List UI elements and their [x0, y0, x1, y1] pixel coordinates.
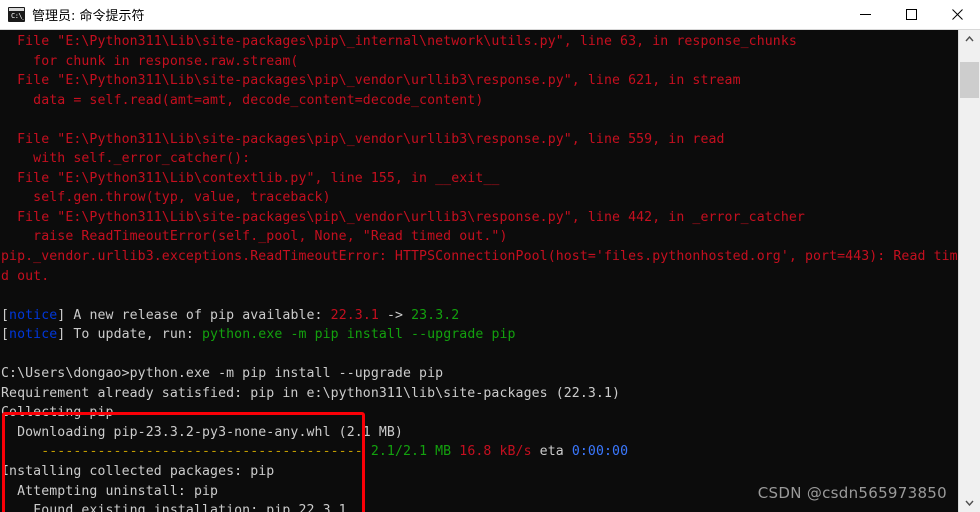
console-segment: File "E:\Python311\Lib\site-packages\pip… — [1, 209, 805, 225]
console-line: data = self.read(amt=amt, decode_content… — [1, 91, 958, 111]
console-segment: Found existing installation: pip 22.3.1 — [1, 503, 347, 512]
maximize-icon — [905, 9, 917, 20]
console-line: File "E:\Python311\Lib\site-packages\pip… — [1, 71, 958, 91]
console-segment: File "E:\Python311\Lib\site-packages\pip… — [1, 131, 725, 147]
console-line: Found existing installation: pip 22.3.1 — [1, 501, 958, 512]
cmd-icon-titlebar-stripe — [9, 8, 24, 11]
console-line: pip._vendor.urllib3.exceptions.ReadTimeo… — [1, 247, 966, 267]
console-segment: d out. — [1, 268, 50, 284]
chevron-down-icon — [965, 500, 974, 506]
console-segment: -> — [378, 307, 412, 323]
console-line: Collecting pip — [1, 403, 958, 423]
console-segment: Collecting pip — [1, 405, 114, 421]
console-segment: notice — [9, 327, 58, 343]
console-segment: 2.1/2.1 MB — [370, 444, 452, 460]
console-segment: data = self.read(amt=amt, decode_content… — [1, 92, 484, 108]
vertical-scrollbar[interactable] — [958, 30, 980, 512]
console-segment: 23.3.2 — [411, 307, 460, 323]
console-segment: 22.3.1 — [330, 307, 379, 323]
console-line: for chunk in response.raw.stream( — [1, 52, 958, 72]
console-line: d out. — [1, 267, 958, 287]
console-line: C:\Users\dongao>python.exe -m pip instal… — [1, 364, 958, 384]
window-controls — [842, 0, 980, 30]
console-segment: ] A new release of pip available: — [57, 307, 331, 323]
console-segment: pip._vendor.urllib3.exceptions.ReadTimeo… — [1, 249, 966, 265]
console-line: Installing collected packages: pip — [1, 462, 958, 482]
close-button[interactable] — [934, 0, 980, 30]
close-icon — [951, 9, 963, 20]
console-segment: 0:00:00 — [571, 444, 629, 460]
minimize-button[interactable] — [842, 0, 888, 30]
cmd-icon: C:\_ — [8, 7, 25, 22]
console-segment: Downloading pip-23.3.2-py3-none-any.whl … — [1, 424, 403, 440]
console-output-area[interactable]: File "E:\Python311\Lib\site-packages\pip… — [0, 30, 980, 512]
console-segment: ] To update, run: — [57, 327, 203, 343]
title-bar-left: C:\_ 管理员: 命令提示符 — [0, 5, 842, 24]
console-segment: File "E:\Python311\Lib\site-packages\pip… — [1, 73, 741, 89]
console-line: File "E:\Python311\Lib\site-packages\pip… — [1, 208, 958, 228]
console-segment: File "E:\Python311\Lib\contextlib.py", l… — [1, 170, 500, 186]
chevron-up-icon — [965, 36, 974, 42]
watermark: CSDN @csdn565973850 — [757, 484, 947, 502]
console-line: File "E:\Python311\Lib\site-packages\pip… — [1, 130, 958, 150]
scroll-down-arrow[interactable] — [959, 494, 980, 512]
console-segment: eta — [531, 444, 572, 460]
console-text: File "E:\Python311\Lib\site-packages\pip… — [0, 30, 966, 512]
console-segment: Attempting uninstall: pip — [1, 483, 219, 499]
console-segment: raise ReadTimeoutError(self._pool, None,… — [1, 229, 508, 245]
console-segment: for chunk in response.raw.stream( — [1, 53, 299, 69]
console-line: raise ReadTimeoutError(self._pool, None,… — [1, 227, 958, 247]
console-segment — [1, 444, 41, 459]
console-segment: notice — [9, 307, 58, 323]
console-line: Requirement already satisfied: pip in e:… — [1, 384, 958, 404]
console-segment: 16.8 kB/s — [459, 444, 532, 460]
console-segment: [ — [1, 307, 10, 323]
console-line: [notice] To update, run: python.exe -m p… — [1, 325, 958, 345]
title-bar: C:\_ 管理员: 命令提示符 — [0, 0, 980, 30]
console-segment: Requirement already satisfied: pip in e:… — [1, 385, 621, 401]
console-segment: python.exe -m pip install --upgrade pip — [202, 327, 516, 343]
console-line: File "E:\Python311\Lib\site-packages\pip… — [1, 32, 958, 52]
maximize-button[interactable] — [888, 0, 934, 30]
console-line: with self._error_catcher(): — [1, 149, 958, 169]
console-line: Downloading pip-23.3.2-py3-none-any.whl … — [1, 423, 958, 443]
scroll-up-arrow[interactable] — [959, 30, 980, 48]
console-line: ----------------------------------------… — [1, 442, 958, 462]
console-line: File "E:\Python311\Lib\contextlib.py", l… — [1, 169, 958, 189]
console-segment: self.gen.throw(typ, value, traceback) — [1, 190, 331, 206]
console-line: self.gen.throw(typ, value, traceback) — [1, 188, 958, 208]
console-segment: C:\Users\dongao>python.exe -m pip instal… — [1, 366, 444, 382]
window-title: 管理员: 命令提示符 — [32, 9, 145, 24]
scroll-thumb[interactable] — [960, 62, 979, 98]
cmd-icon-prompt-glyph: C:\_ — [11, 12, 25, 20]
console-segment: [ — [1, 327, 10, 343]
console-segment: ---------------------------------------- — [41, 444, 371, 460]
console-segment: File "E:\Python311\Lib\site-packages\pip… — [1, 34, 797, 49]
console-segment: with self._error_catcher(): — [1, 151, 251, 167]
command-prompt-window: C:\_ 管理员: 命令提示符 File "E:\Python311\Lib\s… — [0, 0, 980, 512]
console-segment: Installing collected packages: pip — [1, 464, 275, 480]
console-line: [notice] A new release of pip available:… — [1, 306, 958, 326]
minimize-icon — [859, 14, 871, 15]
